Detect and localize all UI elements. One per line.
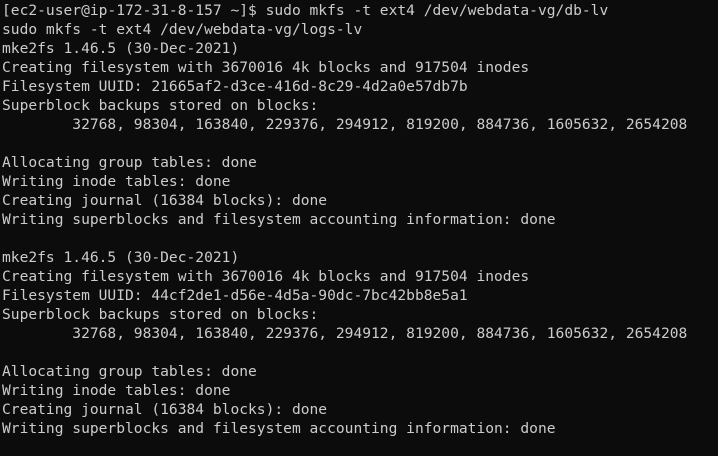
output-line: Filesystem UUID: 21665af2-d3ce-416d-8c29…	[2, 78, 468, 95]
output-line: Writing inode tables: done	[2, 173, 231, 190]
output-line: mke2fs 1.46.5 (30-Dec-2021)	[2, 249, 240, 266]
output-line: Superblock backups stored on blocks:	[2, 97, 319, 114]
prompt-command-line: [ec2-user@ip-172-31-8-157 ~]$ sudo mkfs …	[2, 2, 609, 19]
output-line: Writing inode tables: done	[2, 382, 231, 399]
output-line: Allocating group tables: done	[2, 363, 257, 380]
output-line: Filesystem UUID: 44cf2de1-d56e-4d5a-90dc…	[2, 287, 468, 304]
output-line: Creating journal (16384 blocks): done	[2, 192, 328, 209]
output-line: Superblock backups stored on blocks:	[2, 306, 319, 323]
terminal-window[interactable]: [ec2-user@ip-172-31-8-157 ~]$ sudo mkfs …	[0, 0, 718, 456]
output-line: mke2fs 1.46.5 (30-Dec-2021)	[2, 40, 240, 57]
output-line: 32768, 98304, 163840, 229376, 294912, 81…	[2, 116, 688, 133]
output-line: Creating filesystem with 3670016 4k bloc…	[2, 59, 530, 76]
output-line: Writing superblocks and filesystem accou…	[2, 211, 556, 228]
output-line: 32768, 98304, 163840, 229376, 294912, 81…	[2, 325, 688, 342]
output-line: Allocating group tables: done	[2, 154, 257, 171]
output-line: Writing superblocks and filesystem accou…	[2, 420, 556, 437]
command-line: sudo mkfs -t ext4 /dev/webdata-vg/logs-l…	[2, 21, 363, 38]
output-line: Creating journal (16384 blocks): done	[2, 401, 328, 418]
output-line: Creating filesystem with 3670016 4k bloc…	[2, 268, 530, 285]
